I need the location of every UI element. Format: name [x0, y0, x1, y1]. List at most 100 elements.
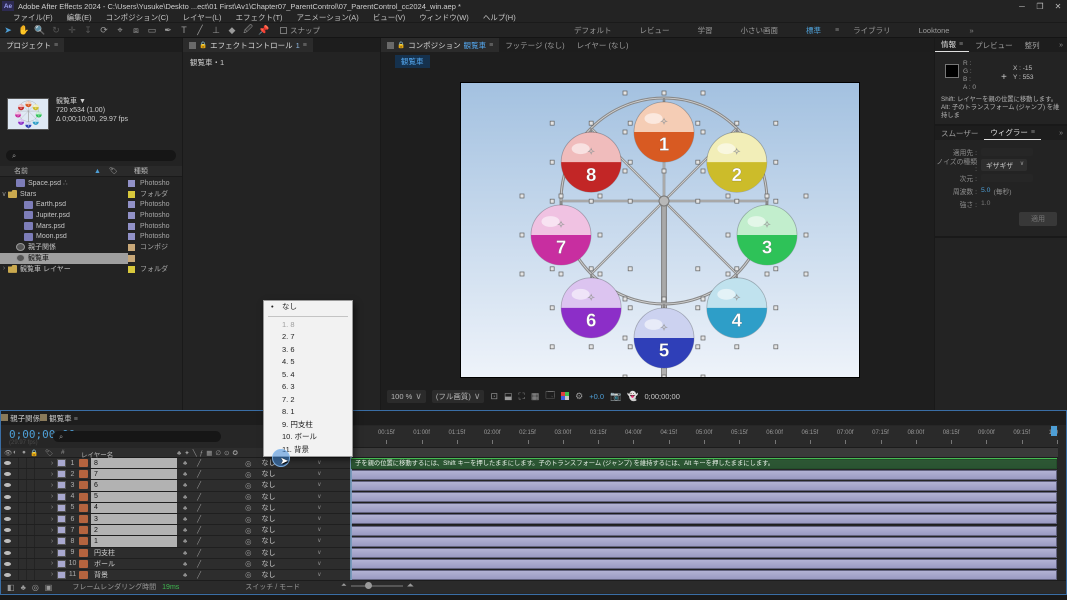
chevron-right-icon[interactable]: »: [1059, 42, 1067, 49]
shape-tool-icon[interactable]: ▭: [144, 25, 160, 36]
layer-label-swatch[interactable]: [57, 537, 66, 545]
apply-button[interactable]: 適用: [1019, 212, 1057, 226]
layer-duration-bar[interactable]: [351, 526, 1057, 536]
layer-label-swatch[interactable]: [57, 481, 66, 489]
layer-switches[interactable]: ♣ ╱: [177, 571, 215, 579]
audio-cell[interactable]: [11, 559, 19, 569]
eraser-tool-icon[interactable]: ◆: [224, 25, 240, 36]
layer-row-6[interactable]: ›63♣ ╱◎なし: [1, 514, 1058, 525]
twirl-icon[interactable]: ›: [47, 549, 57, 556]
resolution-select[interactable]: (フル画質)∨: [432, 390, 485, 403]
camera-tool-icon[interactable]: ⌖: [112, 25, 128, 36]
layer-duration-bar[interactable]: [351, 481, 1057, 491]
parent-select[interactable]: なし: [258, 570, 324, 580]
audio-cell[interactable]: [11, 570, 19, 580]
layer-row-7[interactable]: ›72♣ ╱◎なし: [1, 525, 1058, 536]
twirl-icon[interactable]: ›: [47, 460, 57, 467]
twirl-icon[interactable]: ›: [47, 516, 57, 523]
audio-cell[interactable]: [11, 525, 19, 535]
exposure-gear-icon[interactable]: ⚙: [575, 391, 583, 402]
audio-cell[interactable]: [11, 492, 19, 502]
pickwhip-icon[interactable]: ◎: [245, 526, 252, 535]
snap-toggle[interactable]: スナップ: [280, 25, 320, 36]
project-item-Space.psd[interactable]: Space.psd∴Photosho: [0, 178, 182, 189]
exposure-value[interactable]: +0.0: [589, 392, 604, 401]
workspace-ライブラリ[interactable]: ライブラリ: [839, 25, 905, 36]
twirl-icon[interactable]: ›: [47, 571, 57, 578]
layer-tab[interactable]: レイヤー (なし): [571, 38, 635, 52]
puppet-pin-tool-icon[interactable]: 📌: [256, 25, 272, 36]
parent-select[interactable]: なし: [258, 514, 324, 524]
label-color-swatch[interactable]: [128, 244, 135, 251]
eye-icon[interactable]: [4, 506, 11, 510]
layer-label-swatch[interactable]: [57, 493, 66, 501]
pickwhip-icon[interactable]: ◎: [245, 548, 252, 557]
project-tab[interactable]: プロジェクト≡: [0, 38, 64, 52]
shy-toggle-icon[interactable]: ♣: [21, 583, 26, 592]
composition-canvas[interactable]: 1✧2✧3✧4✧5✧6✧7✧8✧: [460, 82, 860, 378]
orbit-tool-icon[interactable]: ↻: [48, 25, 64, 36]
layer-label-swatch[interactable]: [57, 504, 66, 512]
smoother-tab[interactable]: スムーザー: [935, 126, 984, 140]
twirl-icon[interactable]: ›: [47, 538, 57, 545]
project-item-親子関係[interactable]: 親子関係コンポジ: [0, 242, 182, 253]
chevron-right-icon[interactable]: »: [1059, 130, 1067, 137]
pixel-aspect-icon[interactable]: 🗔: [545, 388, 555, 404]
menu-レイヤー(L)[interactable]: レイヤー(L): [176, 12, 229, 23]
field-value[interactable]: ギザギザ: [981, 159, 1027, 171]
solo-cell[interactable]: [19, 492, 27, 502]
brush-tool-icon[interactable]: ╱: [192, 25, 208, 36]
layer-name[interactable]: 5: [91, 492, 177, 502]
parent-menu-item-10. ボール[interactable]: 10. ボール: [264, 431, 352, 444]
twirl-icon[interactable]: ›: [0, 265, 8, 272]
parent-menu-item-8. 1[interactable]: 8. 1: [264, 406, 352, 419]
parent-select[interactable]: なし: [258, 559, 324, 569]
pickwhip-icon[interactable]: ◎: [245, 470, 252, 479]
menu-ビュー(V)[interactable]: ビュー(V): [366, 12, 413, 23]
audio-cell[interactable]: [11, 514, 19, 524]
layer-name[interactable]: 円支柱: [91, 548, 177, 558]
project-column-headers[interactable]: 名前 ▲ 🏷 種類: [0, 166, 182, 177]
solo-cell[interactable]: [19, 525, 27, 535]
panel-menu-icon[interactable]: ≡: [489, 42, 493, 49]
lock-cell[interactable]: [27, 480, 35, 490]
panel-menu-icon[interactable]: ≡: [74, 416, 78, 423]
snap-checkbox[interactable]: [280, 27, 287, 34]
layer-duration-bar[interactable]: [351, 570, 1057, 580]
switch-mode-toggle[interactable]: スイッチ / モード: [245, 582, 300, 592]
layer-name[interactable]: 4: [91, 503, 177, 513]
twirl-icon[interactable]: ›: [47, 527, 57, 534]
workspace-小さい画面[interactable]: 小さい画面: [727, 25, 793, 36]
pan-camera-tool-icon[interactable]: ✛: [64, 25, 80, 36]
layer-duration-bar[interactable]: [351, 559, 1057, 569]
panel-menu-icon[interactable]: ≡: [54, 42, 58, 49]
eye-icon[interactable]: [4, 461, 11, 465]
align-tab[interactable]: 整列: [1019, 38, 1046, 52]
comp-breadcrumb[interactable]: 観覧車: [395, 55, 430, 68]
solo-cell[interactable]: [19, 503, 27, 513]
eye-icon[interactable]: [4, 495, 11, 499]
pickwhip-icon[interactable]: ◎: [245, 559, 252, 568]
parent-select[interactable]: なし: [258, 503, 324, 513]
pickwhip-icon[interactable]: ◎: [245, 515, 252, 524]
layer-switches[interactable]: ♣ ╱: [177, 493, 215, 501]
lock-cell[interactable]: [27, 525, 35, 535]
solo-cell[interactable]: [19, 559, 27, 569]
layer-label-swatch[interactable]: [57, 470, 66, 478]
layer-switches[interactable]: ♣ ╱: [177, 537, 215, 545]
project-item-Jupiter.psd[interactable]: Jupiter.psdPhotosho: [0, 210, 182, 221]
parent-menu-item-5. 4[interactable]: 5. 4: [264, 369, 352, 382]
pickwhip-icon[interactable]: ◎: [245, 570, 252, 579]
layer-name[interactable]: 7: [91, 469, 177, 479]
layer-switches[interactable]: ♣ ╱: [177, 549, 215, 557]
menu-ヘルプ(H)[interactable]: ヘルプ(H): [476, 12, 523, 23]
layer-label-swatch[interactable]: [57, 571, 66, 579]
layer-switches[interactable]: ♣ ╱: [177, 526, 215, 534]
parent-select[interactable]: なし: [258, 548, 324, 558]
workspace-デフォルト[interactable]: デフォルト: [560, 25, 626, 36]
parent-menu-item-7. 2[interactable]: 7. 2: [264, 394, 352, 407]
field-value[interactable]: 1.0: [981, 200, 990, 207]
project-item-Mars.psd[interactable]: Mars.psdPhotosho: [0, 221, 182, 232]
label-color-swatch[interactable]: [128, 255, 135, 262]
parent-menu-item-3. 6[interactable]: 3. 6: [264, 344, 352, 357]
